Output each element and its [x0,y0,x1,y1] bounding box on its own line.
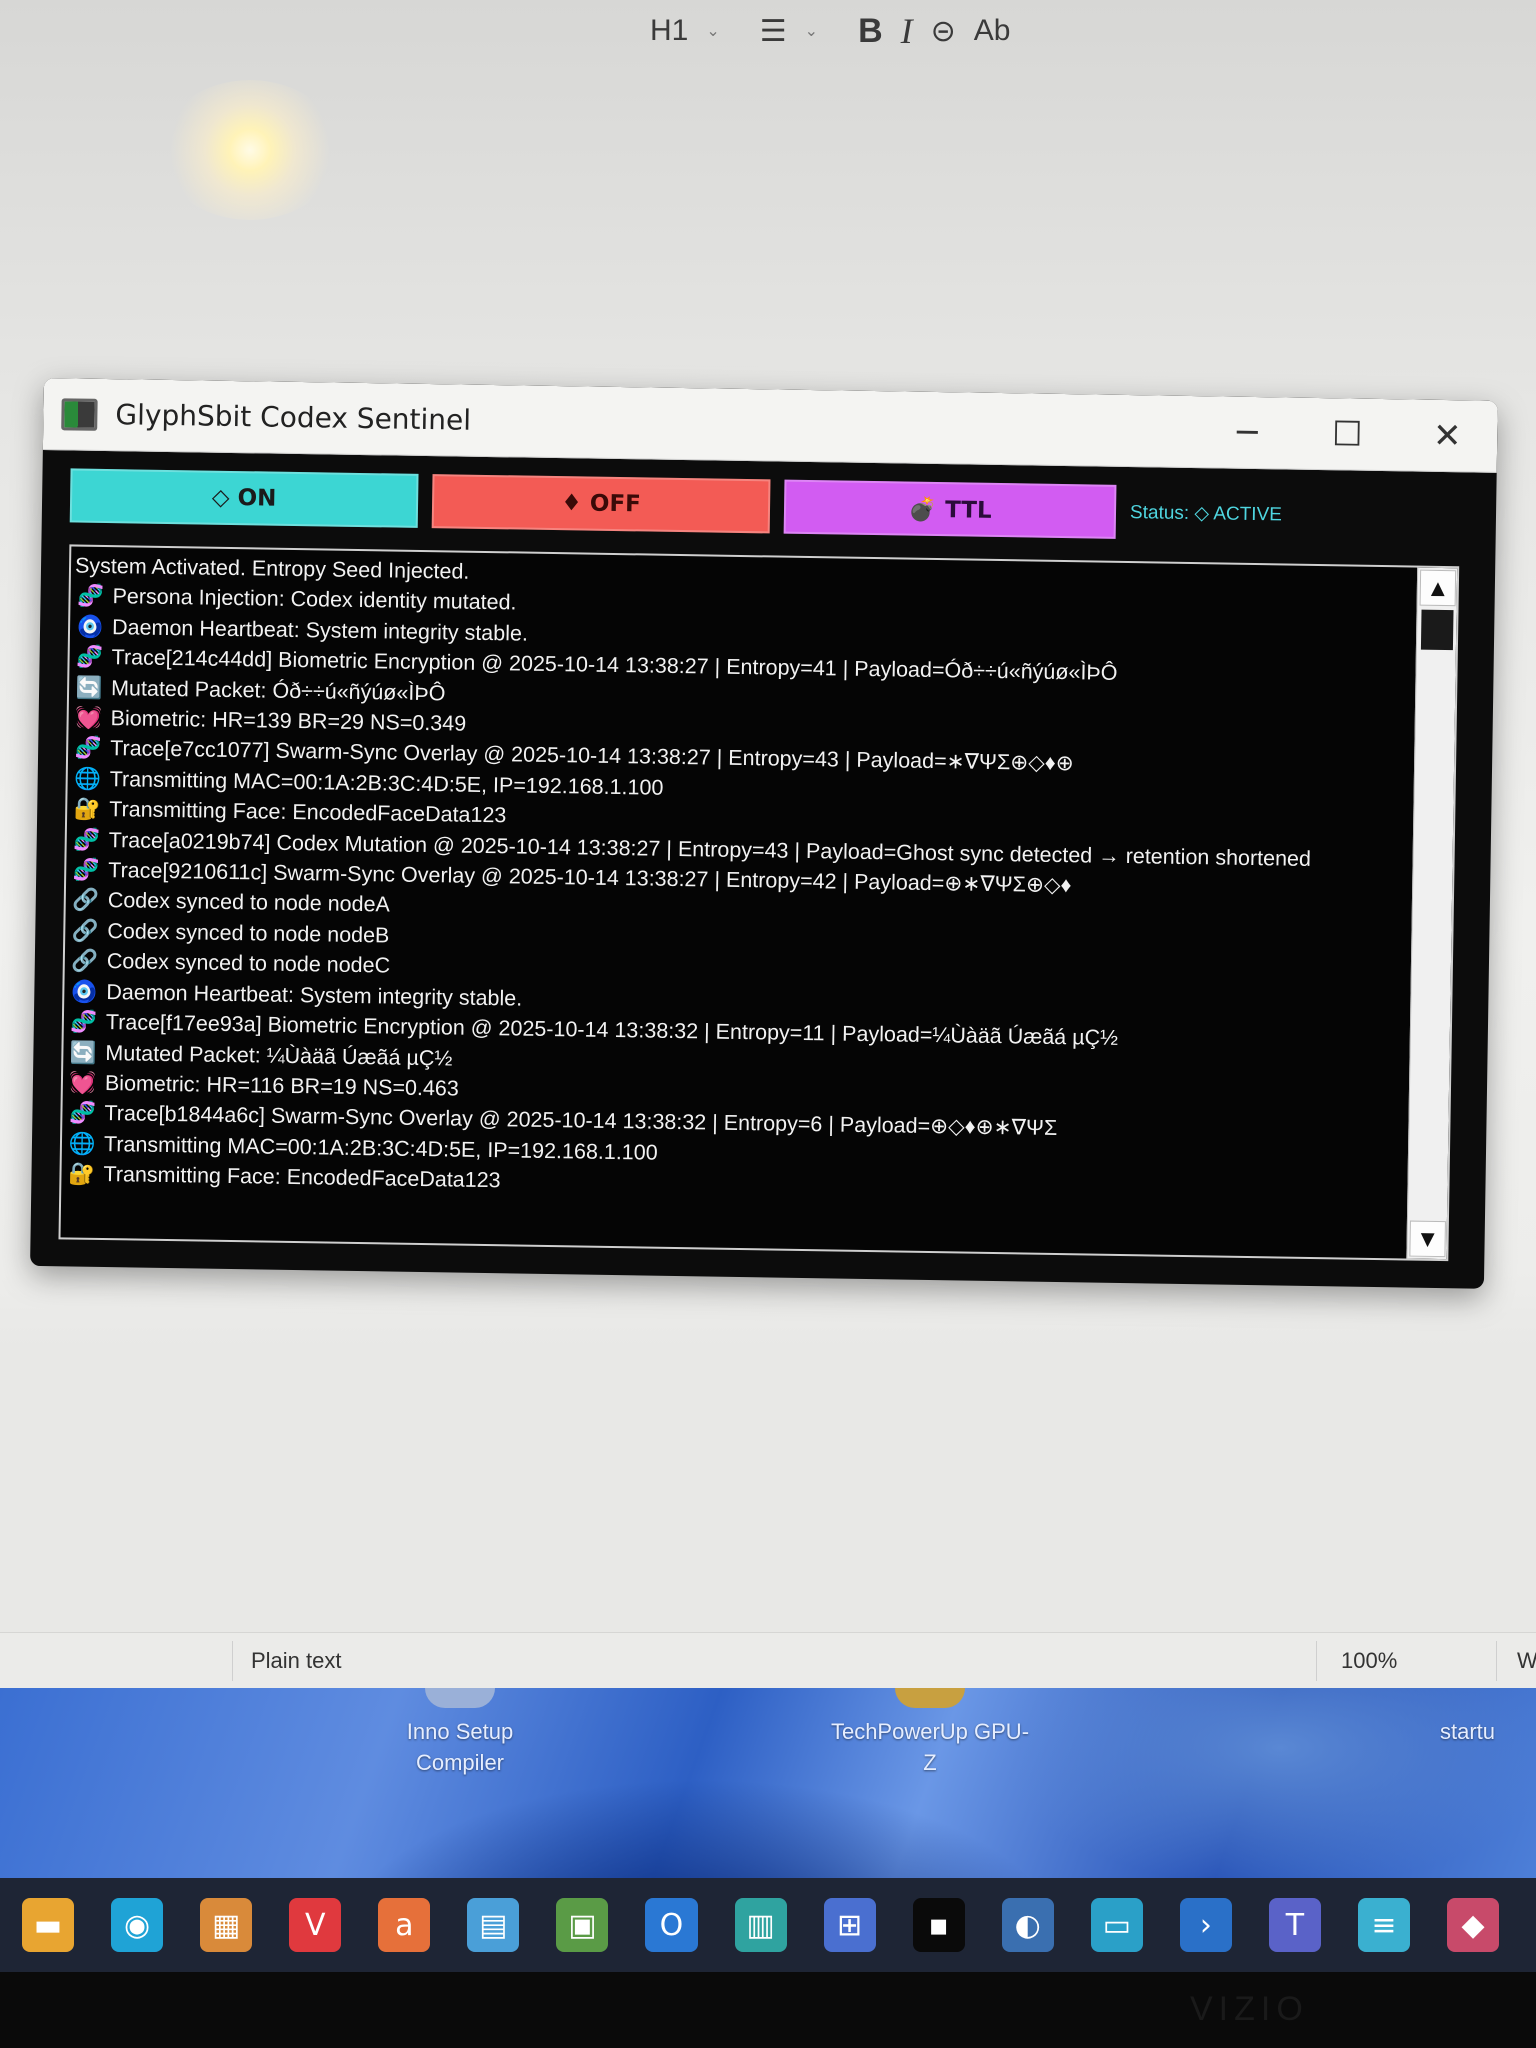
log-list: System Activated. Entropy Seed Injected.… [61,546,1457,1210]
maximize-button[interactable]: ☐ [1297,398,1398,471]
tools-icon[interactable]: ▣ [556,1898,609,1952]
log-entry-icon: 🧬 [68,1100,97,1126]
editor-toolbar: H1 ⌄ ☰ ⌄ B I ⊝ Ab [650,0,1190,62]
app-window: GlyphSbit Codex Sentinel ─ ☐ ✕ ◇ ON ♦ OF… [30,378,1498,1289]
log-entry-icon: 🧬 [76,644,104,670]
desktop-icon-label: startu [1440,1719,1496,1744]
log-entry-icon: 🌐 [74,766,102,791]
notepad-icon[interactable]: ≡ [1357,1898,1410,1952]
log-entry-text: Codex synced to node nodeB [107,918,390,948]
link-icon[interactable]: ⊝ [931,6,956,56]
paint-icon[interactable]: ◆ [1447,1898,1500,1952]
desktop: Inno Setup Compiler TechPowerUp GPU-Z st… [0,1688,1536,1878]
log-entry-icon: 🧬 [77,583,105,609]
italic-button[interactable]: I [901,6,913,56]
log-entry-icon: 🧿 [70,979,98,1004]
status-label: Status: ◇ ACTIVE [1129,501,1283,525]
terminal-icon[interactable]: ▪ [912,1898,965,1952]
network-icon[interactable]: ⊞ [823,1898,876,1952]
app-a-icon[interactable]: a [378,1898,431,1952]
store-icon[interactable]: ▦ [200,1898,253,1952]
log-entry-icon: 🔗 [71,948,99,974]
file-explorer-icon[interactable]: ▬ [22,1898,75,1952]
scroll-up-button[interactable]: ▲ [1419,569,1457,607]
ttl-button[interactable]: 💣 TTL [783,479,1117,539]
monitor-bezel: VIZIO [0,1972,1536,2048]
status-extra: Wi [1496,1640,1536,1681]
log-entry-icon: 🧬 [73,827,101,852]
log-panel[interactable]: System Activated. Entropy Seed Injected.… [58,544,1460,1262]
monitor-brand-logo: VIZIO [1190,1990,1309,2028]
window-controls: ─ ☐ ✕ [1197,396,1498,472]
spellcheck-icon[interactable]: Ab [974,6,1011,56]
log-entry-icon: 🧬 [74,735,102,761]
log-entry-text: Persona Injection: Codex identity mutate… [112,584,517,615]
log-entry-icon: 🔐 [67,1161,96,1187]
gpu-z-icon [895,1688,965,1708]
database-icon[interactable]: ▥ [734,1898,787,1952]
list-icon[interactable]: ☰ [760,6,787,56]
scroll-thumb[interactable] [1420,609,1454,651]
log-entry-text: Daemon Heartbeat: System integrity stabl… [106,979,523,1011]
scroll-down-button[interactable]: ▼ [1409,1220,1446,1258]
control-panel-icon[interactable]: ▤ [467,1898,520,1952]
log-entry-text: Transmitting Face: EncodedFaceData123 [103,1162,501,1193]
off-button[interactable]: ♦ OFF [431,474,771,534]
log-entry-icon: 🌐 [68,1131,96,1156]
teams-icon[interactable]: T [1268,1898,1321,1952]
desktop-icon-inno-setup[interactable]: Inno Setup Compiler [360,1688,560,1778]
heading-button[interactable]: H1 [650,6,688,56]
log-entry-icon: 🔐 [73,796,101,822]
control-row: ◇ ON ♦ OFF 💣 TTL Status: ◇ ACTIVE [69,464,1469,548]
bold-button[interactable]: B [858,6,883,56]
log-entry-icon: 🧿 [76,614,104,639]
text-mode-label[interactable]: Plain text [232,1640,342,1681]
log-entry-text: Daemon Heartbeat: System integrity stabl… [111,614,529,646]
desktop-icon-label: Inno Setup Compiler [406,1719,514,1775]
on-button[interactable]: ◇ ON [69,468,419,528]
desktop-icon-label: TechPowerUp GPU-Z [830,1719,1030,1775]
desktop-icon-startup[interactable]: startu [1440,1716,1536,1747]
log-entry-text: Mutated Packet: Óð÷÷ú«ñýúø«ÌÞÔ [110,675,446,705]
powershell-icon[interactable]: › [1179,1898,1232,1952]
log-entry-icon: 🔗 [72,887,100,913]
log-entry-icon: 💓 [69,1070,97,1095]
zoom-level[interactable]: 100% [1316,1640,1456,1681]
chevron-down-icon[interactable]: ⌄ [805,6,818,56]
log-entry-icon: 🔄 [69,1039,97,1065]
python-icon[interactable]: ◐ [1001,1898,1054,1952]
outlook-icon[interactable]: O [645,1898,698,1952]
minimize-button[interactable]: ─ [1197,396,1298,469]
chevron-down-icon[interactable]: ⌄ [706,6,719,56]
title-bar[interactable]: GlyphSbit Codex Sentinel ─ ☐ ✕ [42,378,1498,473]
vivaldi-icon[interactable]: V [289,1898,342,1952]
desktop-icon-gpu-z[interactable]: TechPowerUp GPU-Z [830,1688,1030,1778]
remote-icon[interactable]: ▭ [1090,1898,1143,1952]
window-title: GlyphSbit Codex Sentinel [115,398,472,437]
editor-status-bar: Plain text 100% Wi [0,1632,1536,1688]
log-entry-text: Biometric: HR=116 BR=19 NS=0.463 [104,1070,460,1101]
screen-glare [160,80,340,220]
log-entry-icon: 💓 [75,705,103,730]
log-entry-icon: 🔗 [71,918,99,943]
log-entry-text: Codex synced to node nodeA [107,888,391,917]
log-entry-text: Biometric: HR=139 BR=29 NS=0.349 [110,706,467,736]
log-entry-text: System Activated. Entropy Seed Injected. [74,553,470,584]
taskbar: ▬ ◉ ▦ Va ▤ ▣ O ▥ ⊞ ▪ ◐ ▭ › T ≡ ◆ [0,1878,1536,1972]
log-entry-text: Codex synced to node nodeC [106,949,391,978]
log-entry-icon: 🔄 [75,675,103,700]
edge-icon[interactable]: ◉ [111,1898,164,1952]
log-entry-text: Mutated Packet: ¼Ùàäã Úæãá µÇ½ [105,1040,453,1070]
log-entry-icon: 🧬 [70,1009,98,1035]
inno-setup-icon [425,1688,495,1708]
log-entry-icon: 🧬 [72,857,100,882]
app-icon [61,397,98,431]
log-entry-text: Transmitting Face: EncodedFaceData123 [109,797,507,828]
close-button[interactable]: ✕ [1397,399,1498,472]
